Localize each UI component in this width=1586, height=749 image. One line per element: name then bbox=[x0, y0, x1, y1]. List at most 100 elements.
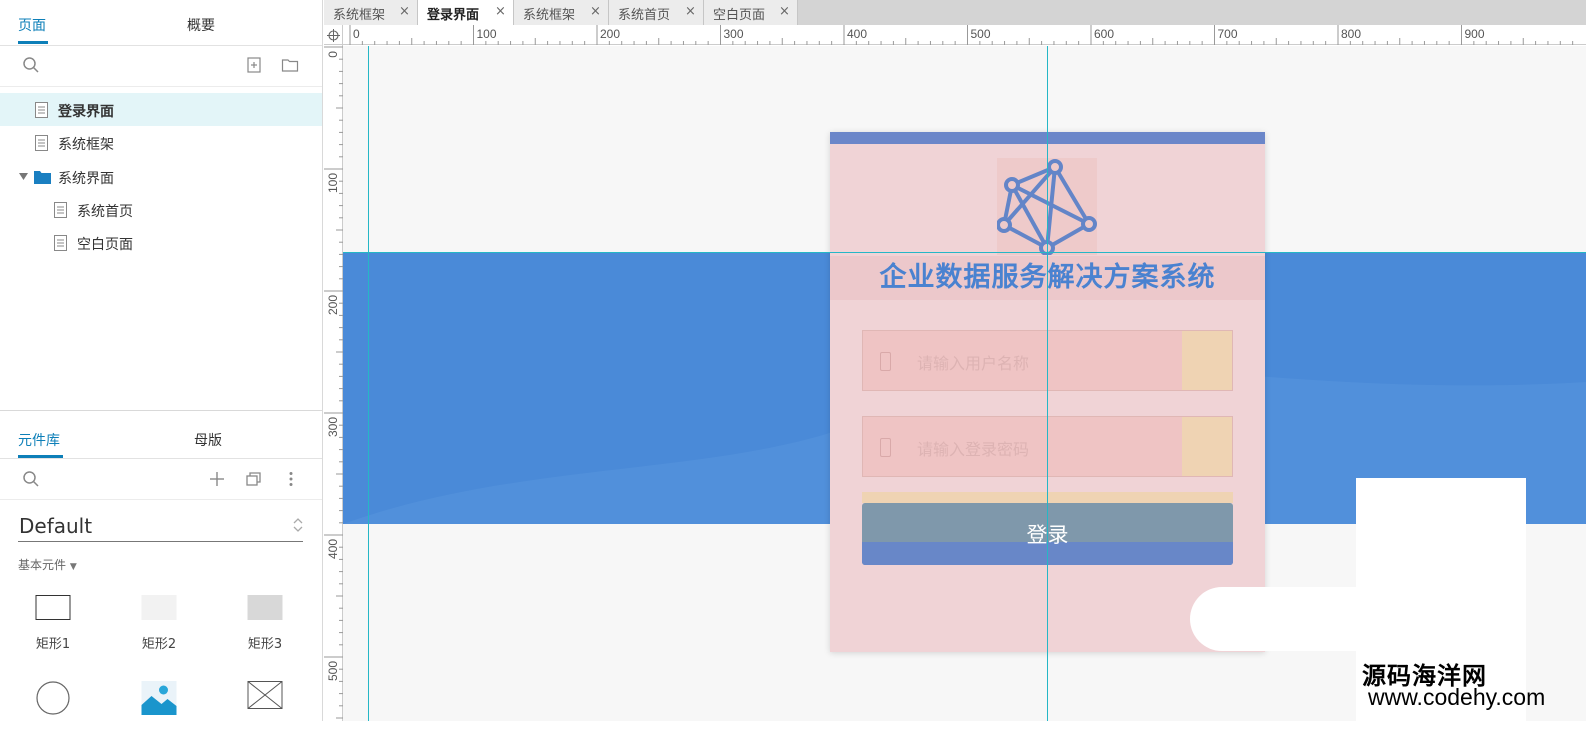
ruler-label: 500 bbox=[326, 661, 340, 681]
horizontal-ruler[interactable]: 0 100 200 300 400 500 600 700 800 900 bbox=[343, 25, 1586, 45]
ruler-label: 400 bbox=[326, 539, 340, 559]
white-overlay-blob bbox=[1190, 587, 1519, 651]
lock-icon bbox=[880, 438, 891, 457]
widget-rectangle-1[interactable]: 矩形1 bbox=[8, 583, 98, 663]
tree-item-label: 系统界面 bbox=[58, 171, 114, 187]
ruler-label: 700 bbox=[1218, 27, 1238, 41]
placeholder-icon bbox=[247, 681, 283, 709]
ruler-label: 200 bbox=[600, 27, 620, 41]
username-placeholder: 请输入用户名称 bbox=[917, 354, 1030, 373]
page-icon bbox=[54, 202, 67, 218]
field-side-block bbox=[1182, 417, 1232, 476]
tree-item-label: 空白页面 bbox=[77, 237, 133, 253]
ruler-label: 300 bbox=[326, 417, 340, 437]
ruler-label: 100 bbox=[477, 27, 497, 41]
widget-image[interactable] bbox=[114, 669, 204, 749]
tab-outline[interactable]: 概要 bbox=[187, 15, 215, 35]
left-panel: 页面 概要 登录界面 系统框架 系统界面 系统首页 空白页面 元件库 母版 De… bbox=[0, 0, 323, 721]
library-select[interactable]: Default bbox=[18, 508, 303, 542]
caret-down-icon: ▼ bbox=[69, 562, 77, 572]
close-icon[interactable]: × bbox=[399, 4, 410, 19]
library-panel: 元件库 母版 Default 基本元件 ▼ 矩形1 矩形2 矩形3 bbox=[0, 410, 322, 721]
tree-item-blank-page[interactable]: 空白页面 bbox=[0, 226, 322, 259]
guide-line-vertical[interactable] bbox=[368, 46, 369, 721]
widget-label: 矩形1 bbox=[35, 637, 71, 652]
tree-item-system-home[interactable]: 系统首页 bbox=[0, 193, 322, 226]
close-icon[interactable]: × bbox=[685, 4, 696, 19]
vertical-ruler[interactable]: 0 100 200 300 400 500 bbox=[324, 45, 343, 721]
doc-tab-system-frame-2[interactable]: 系统框架 × bbox=[514, 0, 609, 25]
ruler-label: 0 bbox=[353, 27, 360, 41]
widget-ellipse[interactable] bbox=[8, 669, 98, 749]
ruler-label: 100 bbox=[326, 173, 340, 193]
ruler-label: 500 bbox=[971, 27, 991, 41]
add-folder-icon[interactable] bbox=[281, 56, 299, 74]
ruler-corner[interactable] bbox=[324, 25, 343, 45]
widget-rectangle-2[interactable]: 矩形2 bbox=[114, 583, 204, 663]
horizontal-ruler-ticks: 0 100 200 300 400 500 600 700 800 900 bbox=[349, 25, 1574, 45]
tree-item-label: 登录界面 bbox=[58, 104, 114, 120]
ruler-label: 900 bbox=[1465, 27, 1485, 41]
folder-icon bbox=[34, 171, 51, 184]
library-select-value: Default bbox=[19, 514, 93, 538]
doc-tab-label: 系统框架 bbox=[333, 8, 386, 23]
pages-tabs: 页面 概要 bbox=[0, 0, 322, 46]
page-icon bbox=[35, 102, 48, 118]
tree-item-system-ui-folder[interactable]: 系统界面 bbox=[0, 160, 322, 193]
more-icon[interactable] bbox=[282, 470, 300, 488]
user-icon bbox=[880, 352, 891, 371]
design-canvas[interactable]: 企业数据服务解决方案系统 请输入用户名称 请输入登录密码 登录 bbox=[343, 46, 1586, 721]
tab-masters[interactable]: 母版 bbox=[194, 430, 222, 450]
plus-icon[interactable] bbox=[208, 470, 226, 488]
search-icon[interactable] bbox=[22, 56, 40, 74]
search-icon[interactable] bbox=[22, 470, 40, 488]
ruler-label: 400 bbox=[847, 27, 867, 41]
library-toolbar bbox=[0, 460, 322, 500]
tree-item-system-frame[interactable]: 系统框架 bbox=[0, 126, 322, 159]
vertical-ruler-ticks: 0 100 200 300 400 500 bbox=[324, 46, 343, 719]
ruler-label: 300 bbox=[724, 27, 744, 41]
active-tab-indicator bbox=[18, 455, 63, 458]
tab-pages[interactable]: 页面 bbox=[18, 15, 46, 35]
ruler-label: 0 bbox=[326, 51, 340, 58]
tree-item-login-page[interactable]: 登录界面 bbox=[0, 93, 322, 126]
pages-toolbar bbox=[0, 47, 322, 87]
section-label: 基本元件 bbox=[18, 558, 67, 572]
tree-item-label: 系统首页 bbox=[77, 204, 133, 220]
rectangle-gray-icon bbox=[247, 595, 283, 620]
close-icon[interactable]: × bbox=[590, 4, 601, 19]
widget-placeholder[interactable] bbox=[220, 669, 310, 749]
doc-tab-login-page[interactable]: 登录界面 × bbox=[418, 0, 514, 25]
close-icon[interactable]: × bbox=[779, 4, 790, 19]
guide-line-horizontal[interactable] bbox=[343, 252, 1586, 253]
select-arrows-icon bbox=[293, 518, 303, 532]
rectangle-outline-icon bbox=[35, 595, 71, 620]
doc-tab-blank-page[interactable]: 空白页面 × bbox=[704, 0, 798, 25]
password-placeholder: 请输入登录密码 bbox=[917, 440, 1030, 459]
widget-rectangle-3[interactable]: 矩形3 bbox=[220, 583, 310, 663]
tree-item-label: 系统框架 bbox=[58, 137, 114, 153]
add-page-icon[interactable] bbox=[245, 56, 263, 74]
crosshair-icon bbox=[327, 29, 340, 42]
page-icon bbox=[35, 135, 48, 151]
tab-library[interactable]: 元件库 bbox=[18, 430, 60, 450]
close-icon[interactable]: × bbox=[495, 4, 506, 19]
ruler-label: 600 bbox=[1094, 27, 1114, 41]
ruler-label: 200 bbox=[326, 295, 340, 315]
library-section-header[interactable]: 基本元件 ▼ bbox=[18, 556, 77, 573]
doc-tab-system-home[interactable]: 系统首页 × bbox=[609, 0, 704, 25]
page-icon bbox=[54, 235, 67, 251]
ruler-label: 800 bbox=[1341, 27, 1361, 41]
guide-line-vertical-center[interactable] bbox=[1047, 46, 1048, 721]
doc-tab-system-frame[interactable]: 系统框架 × bbox=[324, 0, 418, 25]
doc-tab-label: 系统首页 bbox=[618, 8, 671, 23]
document-tabs: 系统框架 × 登录界面 × 系统框架 × 系统首页 × 空白页面 × bbox=[324, 0, 1586, 25]
doc-tab-label: 登录界面 bbox=[427, 8, 480, 23]
widget-label: 矩形2 bbox=[141, 637, 177, 652]
field-side-block bbox=[1182, 331, 1232, 390]
copy-icon[interactable] bbox=[245, 470, 263, 488]
caret-down-icon[interactable] bbox=[19, 173, 28, 180]
ellipse-icon bbox=[36, 681, 70, 715]
image-icon bbox=[141, 681, 177, 715]
widget-label: 矩形3 bbox=[247, 637, 283, 652]
